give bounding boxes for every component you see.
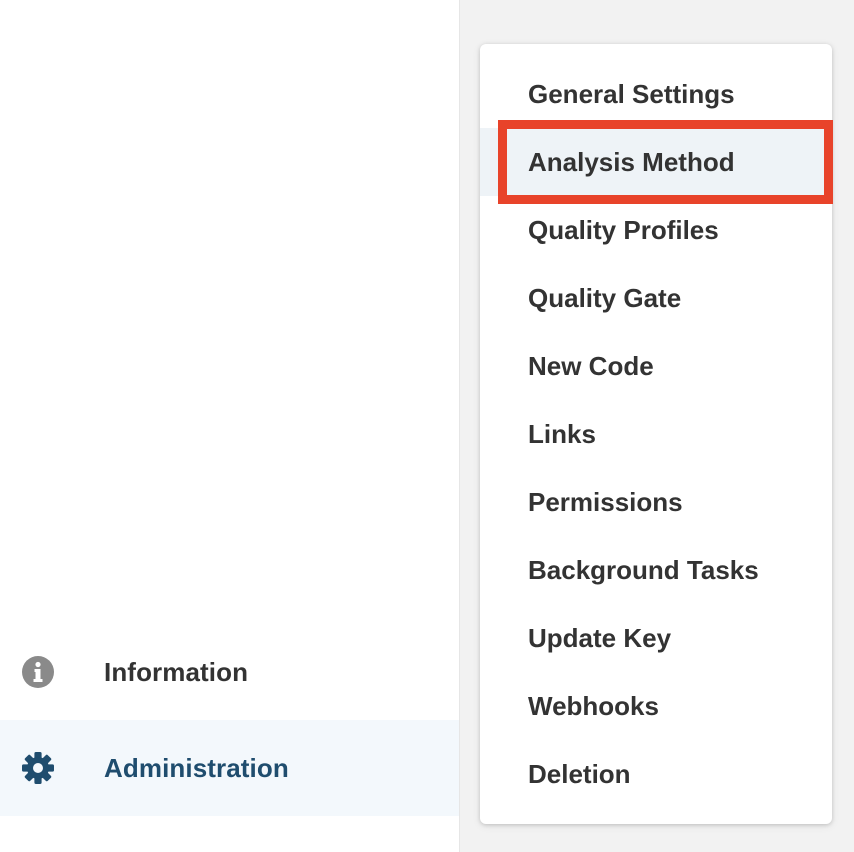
sidebar: Information Administration [0,0,460,852]
menu-item-deletion[interactable]: Deletion [480,740,832,808]
menu-item-permissions[interactable]: Permissions [480,468,832,536]
gear-icon [21,751,55,785]
menu-item-links[interactable]: Links [480,400,832,468]
menu-item-update-key[interactable]: Update Key [480,604,832,672]
menu-item-background-tasks[interactable]: Background Tasks [480,536,832,604]
menu-item-new-code[interactable]: New Code [480,332,832,400]
sidebar-item-administration[interactable]: Administration [0,720,459,816]
menu-item-analysis-method[interactable]: Analysis Method [480,128,832,196]
sidebar-item-information[interactable]: Information [0,624,459,720]
administration-dropdown-menu: General Settings Analysis Method Quality… [480,44,832,824]
menu-item-quality-gate[interactable]: Quality Gate [480,264,832,332]
info-circle-icon [21,655,55,689]
menu-item-general-settings[interactable]: General Settings [480,60,832,128]
sidebar-item-label: Administration [104,752,289,783]
menu-item-quality-profiles[interactable]: Quality Profiles [480,196,832,264]
sidebar-item-label: Information [104,656,249,687]
menu-item-webhooks[interactable]: Webhooks [480,672,832,740]
